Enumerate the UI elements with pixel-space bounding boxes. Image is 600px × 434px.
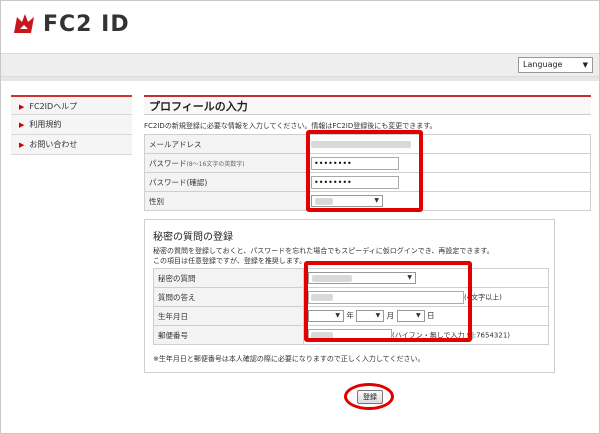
logo-text: FC2 ID [43,11,130,37]
arrow-right-icon: ▶ [19,141,25,149]
fox-logo-icon [14,14,34,33]
header: FC2 ID [1,1,599,53]
password-confirm-label: パスワード(確認) [144,172,307,192]
highlight-box-profile [306,130,423,212]
postal-label: 郵便番号 [153,325,304,345]
arrow-right-icon: ▶ [19,121,25,129]
fc2-logo[interactable]: FC2 ID [11,11,130,37]
language-select[interactable]: Language ▼ [518,57,593,73]
highlight-oval-submit [344,383,394,410]
sidebar-item-contact[interactable]: ▶ お問い合わせ [11,135,132,155]
language-label: Language [523,60,563,69]
page-title: プロフィールの入力 [144,95,591,115]
highlight-box-secret [304,261,472,342]
top-bar [1,53,599,77]
gender-label: 性別 [144,191,307,211]
sidebar-item-help[interactable]: ▶ FC2IDヘルプ [11,95,132,115]
sidebar: ▶ FC2IDヘルプ ▶ 利用規約 ▶ お問い合わせ [11,95,132,155]
password-hint: (8〜16文字の英数字) [186,160,245,168]
sidebar-item-terms[interactable]: ▶ 利用規約 [11,115,132,135]
answer-label: 質問の答え [153,287,304,307]
password-label: パスワード [149,158,187,168]
sidebar-item-label: FC2IDヘルプ [29,102,78,111]
chevron-down-icon: ▼ [582,61,588,69]
section-title: 秘密の質問の登録 [153,232,233,243]
question-label: 秘密の質問 [153,268,304,288]
birthday-label: 生年月日 [153,306,304,326]
secret-note: ※生年月日と郵便番号は本人確認の際に必要になりますので正しく入力してください。 [153,355,425,363]
secret-text-1: 秘密の質問を登録しておくと、パスワードを忘れた場合でもスピーディに仮ログインでき… [153,247,494,255]
sidebar-item-label: お問い合わせ [29,140,78,149]
email-label: メールアドレス [144,134,307,154]
sidebar-item-label: 利用規約 [29,120,62,129]
arrow-right-icon: ▶ [19,103,25,111]
